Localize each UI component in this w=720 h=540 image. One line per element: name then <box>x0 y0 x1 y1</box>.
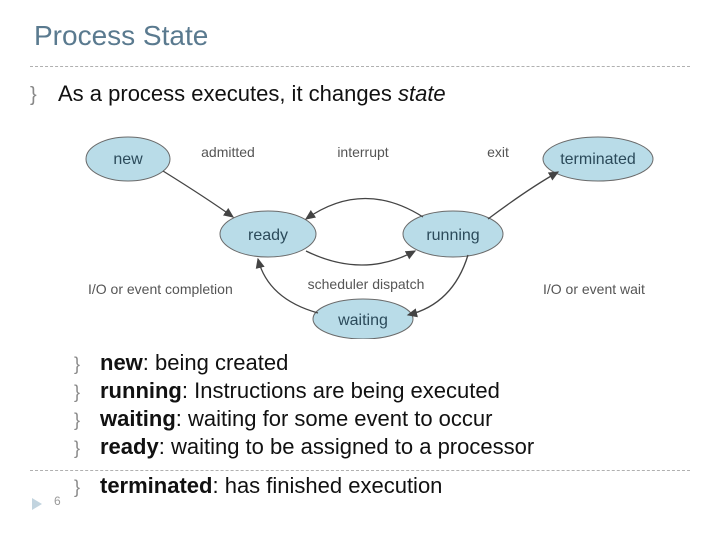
intro-text: As a process executes, it changes state <box>58 81 446 107</box>
edge-io-completion-label: I/O or event completion <box>88 281 233 297</box>
play-icon <box>32 498 42 510</box>
bullet-icon: } <box>30 85 58 105</box>
definition-list-cont: } terminated: has finished execution <box>74 473 690 499</box>
node-terminated-label: terminated <box>560 151 636 168</box>
definition-list: } new: being created } running: Instruct… <box>74 350 690 460</box>
edge-exit <box>488 172 558 219</box>
def-desc: : has finished execution <box>212 473 442 498</box>
edge-admitted-label: admitted <box>201 144 255 160</box>
page-title: Process State <box>34 20 690 52</box>
node-new-label: new <box>113 151 143 168</box>
bullet-icon: } <box>74 355 100 373</box>
diagram-svg: new ready running waiting terminated adm… <box>68 119 668 339</box>
def-term: running <box>100 378 182 403</box>
intro-state: state <box>398 81 446 106</box>
intro-line: } As a process executes, it changes stat… <box>30 81 690 107</box>
def-term: ready <box>100 434 159 459</box>
def-text: terminated: has finished execution <box>100 473 442 499</box>
def-term: new <box>100 350 143 375</box>
def-text: new: being created <box>100 350 288 376</box>
edge-admitted <box>163 171 233 217</box>
divider-bottom <box>30 470 690 471</box>
edge-interrupt-label: interrupt <box>337 144 388 160</box>
list-item: } waiting: waiting for some event to occ… <box>74 406 690 432</box>
bullet-icon: } <box>74 439 100 457</box>
edge-dispatch-label: scheduler dispatch <box>308 276 425 292</box>
edge-exit-label: exit <box>487 144 509 160</box>
def-text: running: Instructions are being executed <box>100 378 500 404</box>
list-item: } ready: waiting to be assigned to a pro… <box>74 434 690 460</box>
def-text: waiting: waiting for some event to occur <box>100 406 492 432</box>
list-item: } new: being created <box>74 350 690 376</box>
node-running-label: running <box>426 227 479 244</box>
list-item: } running: Instructions are being execut… <box>74 378 690 404</box>
node-ready-label: ready <box>248 227 288 244</box>
divider-top <box>30 66 690 67</box>
def-desc: : being created <box>143 350 289 375</box>
def-desc: : waiting to be assigned to a processor <box>159 434 534 459</box>
intro-prefix: As a process executes, it changes <box>58 81 398 106</box>
edge-interrupt <box>306 198 423 219</box>
edge-dispatch <box>306 251 415 265</box>
def-desc: : Instructions are being executed <box>182 378 500 403</box>
bullet-icon: } <box>74 383 100 401</box>
bullet-icon: } <box>74 411 100 429</box>
edge-io-wait-label: I/O or event wait <box>543 281 645 297</box>
def-desc: : waiting for some event to occur <box>176 406 493 431</box>
page-number: 6 <box>54 494 61 508</box>
def-text: ready: waiting to be assigned to a proce… <box>100 434 534 460</box>
def-term: terminated <box>100 473 212 498</box>
bullet-icon: } <box>74 478 100 496</box>
def-term: waiting <box>100 406 176 431</box>
list-item: } terminated: has finished execution <box>74 473 690 499</box>
node-waiting-label: waiting <box>337 312 388 329</box>
slide: Process State } As a process executes, i… <box>0 0 720 511</box>
state-diagram: new ready running waiting terminated adm… <box>68 119 690 344</box>
